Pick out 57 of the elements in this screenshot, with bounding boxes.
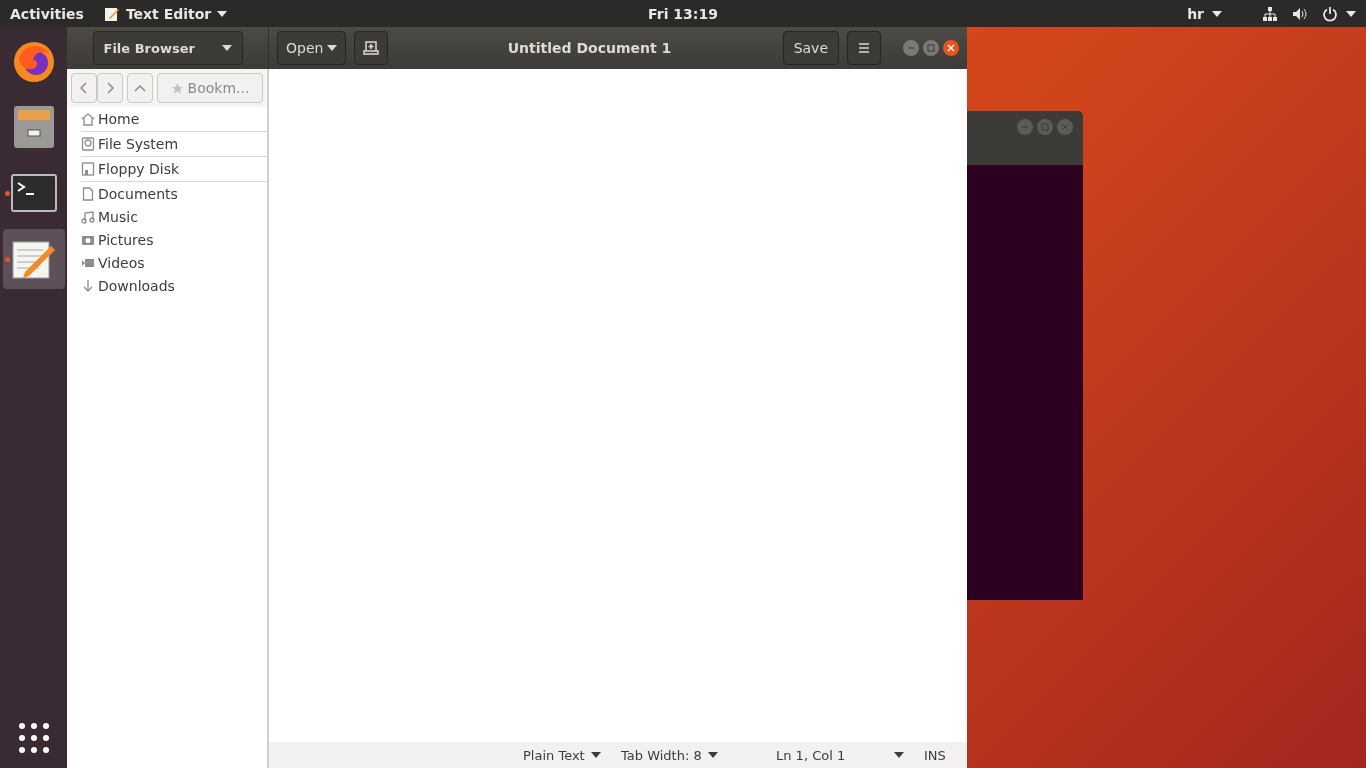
caret-icon — [1212, 10, 1222, 17]
new-document-icon — [363, 41, 380, 55]
sidebar-item[interactable]: Videos — [81, 251, 267, 274]
sidebar-item[interactable]: Music — [81, 205, 267, 228]
notepad-pencil-icon[interactable] — [10, 238, 57, 280]
sidebar-item[interactable]: Documents — [81, 182, 267, 205]
caret-icon — [894, 752, 904, 758]
chevron-up-icon — [134, 84, 146, 92]
caret-icon — [221, 45, 232, 51]
floppy-icon — [81, 162, 95, 176]
caret-icon — [707, 752, 718, 758]
caret-icon — [327, 45, 338, 51]
maximize-icon — [927, 44, 935, 52]
insert-mode: INS — [924, 747, 946, 763]
window-title: Untitled Document 1 — [506, 40, 673, 56]
network-icon[interactable] — [1262, 6, 1278, 21]
maximize-icon — [1041, 123, 1049, 131]
app-grid-icon[interactable] — [17, 722, 50, 754]
star-icon — [170, 81, 184, 95]
cursor-position-menu[interactable]: Ln 1, Col 1 — [776, 747, 924, 763]
volume-icon[interactable] — [1292, 6, 1308, 21]
sidebar-item[interactable]: File System — [81, 132, 267, 157]
close-icon — [947, 44, 955, 52]
dock-item[interactable] — [2, 229, 65, 289]
minimize-icon — [907, 44, 915, 52]
music-note-icon — [81, 209, 95, 224]
chevron-left-icon — [80, 82, 88, 94]
sidebar-item[interactable]: Pictures — [81, 228, 267, 251]
caret-icon — [1346, 10, 1356, 17]
chevron-right-icon — [106, 82, 114, 94]
new-tab-button[interactable] — [354, 31, 389, 65]
menu-button[interactable] — [847, 31, 881, 65]
activities-button[interactable]: Activities — [10, 5, 84, 22]
menu-icon — [858, 43, 870, 53]
clock[interactable]: Fri 13:19 — [648, 5, 718, 22]
side-panel-menu-button[interactable]: File Browser — [92, 31, 243, 65]
document-icon — [81, 186, 95, 201]
tab-width-menu[interactable]: Tab Width: 8 — [621, 747, 776, 763]
download-arrow-icon — [81, 278, 95, 293]
close-icon — [1061, 123, 1069, 131]
caret-icon — [590, 752, 601, 758]
terminal-icon[interactable] — [10, 174, 57, 212]
language-menu[interactable]: Plain Text — [523, 747, 621, 763]
sidebar-item[interactable]: Downloads — [81, 274, 267, 297]
caret-icon — [217, 10, 228, 17]
sidebar-item[interactable]: Floppy Disk — [81, 157, 267, 182]
home-icon — [81, 112, 95, 126]
drive-icon — [81, 137, 95, 151]
file-cabinet-icon[interactable] — [11, 104, 56, 150]
power-icon — [1322, 5, 1338, 22]
notepad-icon — [103, 5, 120, 22]
app-menu[interactable]: Text Editor — [103, 0, 228, 31]
save-button[interactable]: Save — [782, 31, 839, 65]
open-button[interactable]: Open — [277, 31, 347, 65]
sidebar-item[interactable]: Home — [81, 107, 267, 132]
close-button[interactable] — [943, 40, 959, 56]
keyboard-layout-menu[interactable]: hr — [1187, 0, 1222, 31]
